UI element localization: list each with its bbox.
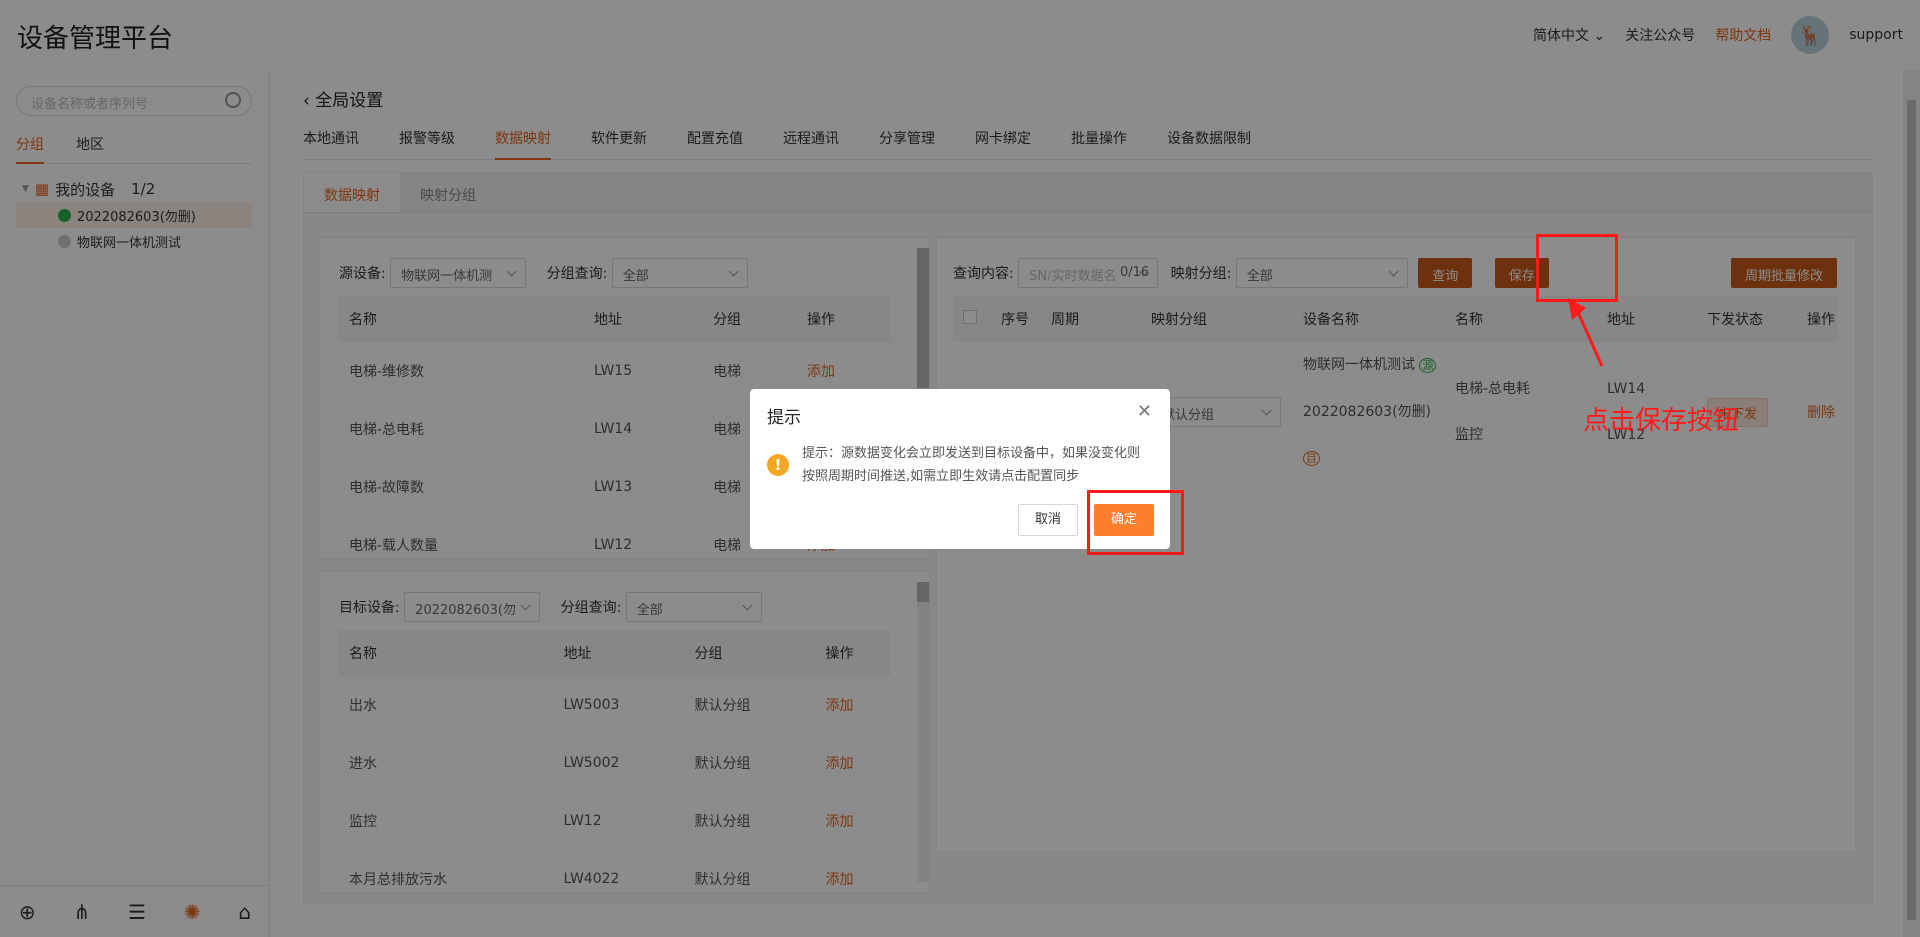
close-icon[interactable]: ✕ xyxy=(1137,401,1152,422)
dialog-message: 提示：源数据变化会立即发送到目标设备中，如果没变化则按照周期时间推送,如需立即生… xyxy=(802,446,1141,484)
cancel-button[interactable]: 取消 xyxy=(1018,504,1078,536)
dialog-title: 提示 xyxy=(767,408,801,428)
save-highlight-box xyxy=(1536,234,1618,302)
warning-icon: ! xyxy=(767,454,789,476)
pointer-arrow xyxy=(1568,298,1604,367)
annotation-text: 点击保存按钮 xyxy=(1583,406,1740,436)
ok-highlight-box xyxy=(1087,490,1184,555)
